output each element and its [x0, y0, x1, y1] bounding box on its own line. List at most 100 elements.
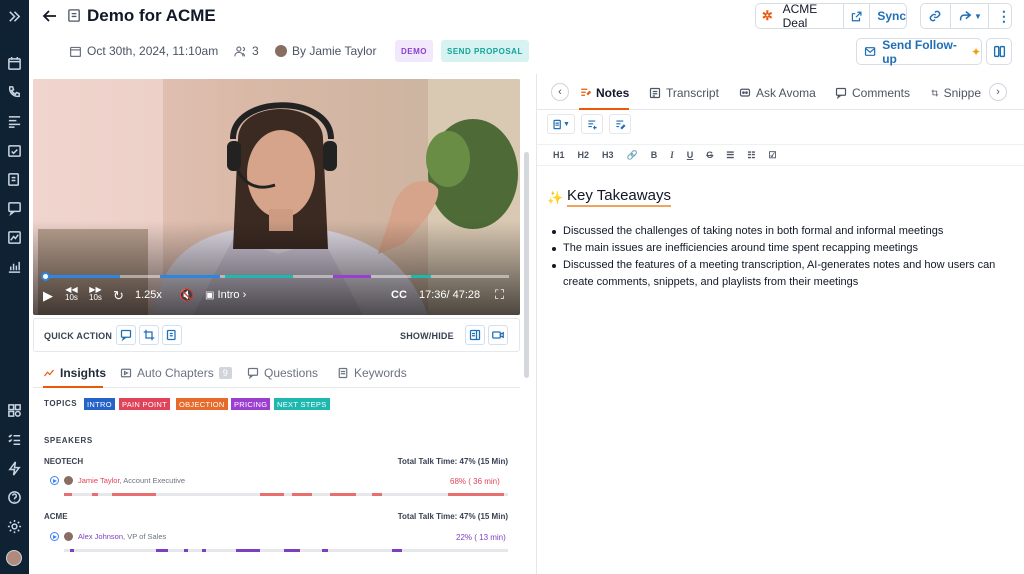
italic-button[interactable]: I — [670, 150, 674, 160]
edit-lines-icon — [615, 119, 626, 130]
toggle-transcript-button[interactable] — [465, 325, 485, 345]
heading-2-button[interactable]: H2 — [578, 150, 590, 160]
playback-speed[interactable]: 1.25x — [135, 289, 162, 301]
video-camera-icon — [492, 331, 504, 339]
send-follow-up-button[interactable]: Send Follow-up ✦ — [856, 38, 982, 66]
strikethrough-button[interactable]: G — [706, 150, 713, 160]
speaker-row[interactable]: Alex Johnson, VP of Sales — [50, 532, 166, 541]
list-icon[interactable] — [4, 111, 24, 131]
settings-gear-icon[interactable] — [4, 516, 24, 536]
share-arrow-icon[interactable] — [958, 9, 972, 23]
insert-list-button[interactable] — [581, 114, 603, 134]
expand-icon[interactable] — [4, 6, 24, 26]
toggle-video-button[interactable] — [488, 325, 508, 345]
crop-action-button[interactable] — [139, 325, 159, 345]
bold-button[interactable]: B — [651, 150, 658, 160]
speaker-play-icon[interactable] — [50, 532, 59, 541]
checklist-icon[interactable] — [4, 429, 24, 449]
snippet-crop-icon — [931, 89, 939, 97]
phone-icon[interactable] — [4, 82, 24, 102]
playback-progress-track[interactable] — [41, 272, 509, 281]
replay-icon[interactable]: ↻ — [113, 288, 124, 304]
chapter-selector[interactable]: ▣ Intro › — [205, 289, 246, 301]
help-icon[interactable] — [4, 487, 24, 507]
player-controls: ▶ ◀◀ 10s ▶▶ 10s ↻ 1.25x 🔇 ▣ Intro › CC 17:… — [43, 286, 513, 308]
calendar-check-icon[interactable] — [4, 140, 24, 160]
tab-keywords-label: Keywords — [354, 366, 407, 380]
speaker-row[interactable]: Jamie Taylor, Account Executive — [50, 476, 185, 485]
speaker-timeline[interactable] — [64, 549, 508, 552]
calendar-icon[interactable] — [4, 53, 24, 73]
left-pane-scrollbar[interactable] — [524, 152, 529, 378]
play-icon[interactable]: ▶ — [43, 288, 53, 304]
tab-insights[interactable]: Insights — [43, 366, 106, 380]
tab-notes[interactable]: Notes — [579, 86, 629, 100]
panel-toggle-button[interactable] — [986, 38, 1012, 65]
tab-questions-label: Questions — [264, 366, 319, 380]
heading-3-button[interactable]: H3 — [602, 150, 614, 160]
numbered-list-icon[interactable]: ☷ — [747, 150, 755, 161]
note-action-button[interactable] — [162, 325, 182, 345]
document-icon — [553, 119, 561, 129]
tab-auto-chapters[interactable]: Auto Chapters 9 — [120, 366, 232, 380]
tab-questions[interactable]: Questions — [247, 366, 318, 380]
chevron-down-icon: ▼ — [563, 120, 570, 128]
tab-keywords[interactable]: Keywords — [337, 366, 407, 380]
tag-send-proposal[interactable]: SEND PROPOSAL — [441, 40, 529, 62]
lightning-icon[interactable] — [4, 458, 24, 478]
tabs-scroll-left-button[interactable]: ‹ — [551, 83, 569, 101]
fullscreen-icon[interactable]: ⛶ — [495, 287, 504, 303]
bar-chart-icon[interactable] — [4, 256, 24, 276]
message-icon[interactable] — [4, 198, 24, 218]
attendees[interactable]: 3 — [234, 44, 259, 58]
topic-objection[interactable]: OBJECTION — [176, 398, 228, 410]
tab-transcript[interactable]: Transcript — [649, 86, 719, 100]
video-player[interactable]: ▶ ◀◀ 10s ▶▶ 10s ↻ 1.25x 🔇 ▣ Intro › CC 17:… — [33, 79, 520, 315]
bullet-list-icon[interactable]: ☰ — [726, 150, 734, 161]
speaker-timeline[interactable] — [64, 493, 508, 496]
topic-pain-point[interactable]: PAIN POINT — [119, 398, 170, 410]
forward-button[interactable]: ▶▶ 10s — [89, 286, 102, 302]
tab-comments[interactable]: Comments — [835, 86, 910, 100]
back-arrow-icon[interactable] — [41, 7, 59, 25]
deal-link[interactable]: ACME Deal — [783, 2, 838, 30]
list-item: Discussed the features of a meeting tran… — [551, 257, 1021, 291]
rewind-button[interactable]: ◀◀ 10s — [65, 286, 78, 302]
underline-button[interactable]: U — [687, 150, 694, 160]
notes-star-icon[interactable] — [4, 169, 24, 189]
speaker-name: Alex Johnson — [78, 532, 124, 541]
note-icon — [166, 329, 176, 341]
meeting-date: Oct 30th, 2024, 11:10am — [69, 44, 218, 58]
link-icon[interactable] — [928, 9, 942, 23]
external-link-icon[interactable] — [851, 10, 862, 23]
tag-demo[interactable]: DEMO — [395, 40, 433, 62]
tab-ask-avoma[interactable]: Ask Avoma — [739, 86, 816, 100]
share-group: ▼ ⋮ — [920, 3, 1012, 29]
more-vertical-icon[interactable]: ⋮ — [997, 9, 1011, 23]
speaker-play-icon[interactable] — [50, 476, 59, 485]
edit-notes-button[interactable] — [609, 114, 631, 134]
heading-1-button[interactable]: H1 — [553, 150, 565, 160]
list-item: The main issues are inefficiencies aroun… — [551, 240, 1021, 257]
template-dropdown[interactable]: ▼ — [547, 114, 575, 134]
topic-pricing[interactable]: PRICING — [231, 398, 271, 410]
comment-action-button[interactable] — [116, 325, 136, 345]
sync-button[interactable]: Sync — [877, 9, 906, 23]
trend-chart-icon[interactable] — [4, 227, 24, 247]
tabs-scroll-right-button[interactable]: › — [989, 83, 1007, 101]
link-icon[interactable]: 🔗 — [627, 150, 638, 161]
keywords-doc-icon — [338, 367, 348, 379]
user-avatar[interactable] — [6, 550, 22, 566]
playhead-handle[interactable] — [41, 272, 50, 281]
apps-icon[interactable] — [4, 400, 24, 420]
mute-icon[interactable]: 🔇 — [179, 288, 194, 302]
rewind-label: 10s — [65, 293, 78, 302]
chevron-down-icon[interactable]: ▼ — [974, 12, 982, 21]
tab-snippets[interactable]: Snippe — [931, 86, 981, 100]
topic-intro[interactable]: INTRO — [84, 398, 115, 410]
checklist-icon[interactable]: ☑ — [768, 150, 776, 161]
topic-next-steps[interactable]: NEXT STEPS — [274, 398, 330, 410]
speaker-org: NEOTECH — [44, 457, 84, 466]
captions-icon[interactable]: CC — [391, 289, 407, 301]
org-talk-time: Total Talk Time: 47% (15 Min) — [397, 457, 508, 466]
